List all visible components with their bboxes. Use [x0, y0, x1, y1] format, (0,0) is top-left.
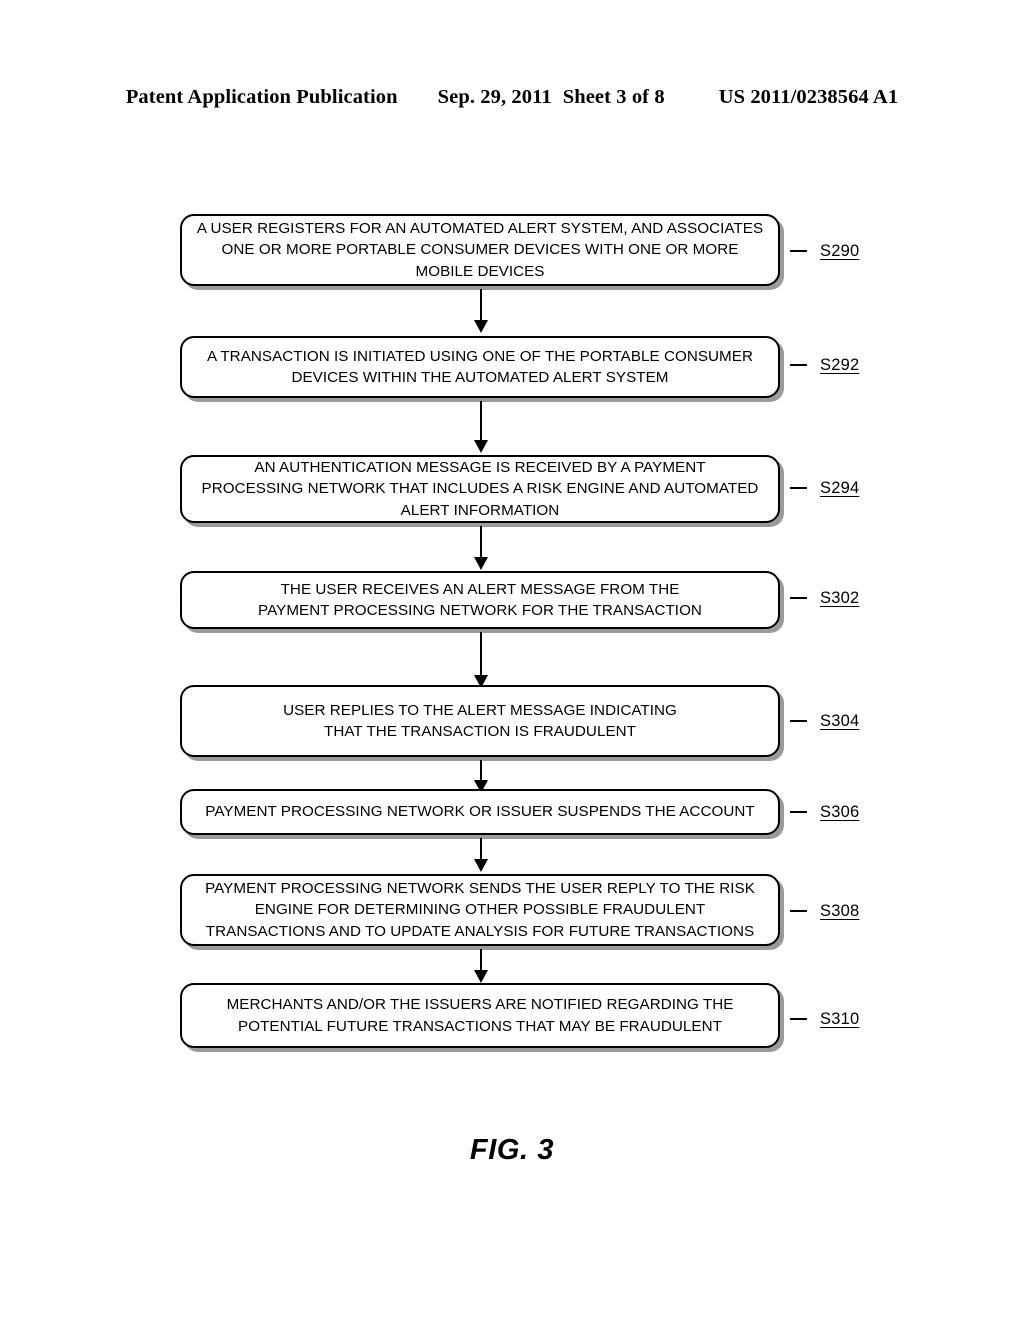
flowchart-node-text: A TRANSACTION IS INITIATED USING ONE OF … [207, 347, 753, 387]
leader-line-icon [790, 811, 807, 813]
leader-line-icon [790, 1018, 807, 1020]
arrowhead-icon [473, 557, 488, 570]
flowchart-diagram: A USER REGISTERS FOR AN AUTOMATED ALERT … [0, 0, 1024, 1320]
step-reference-label: S290 [820, 241, 860, 260]
leader-line-icon [790, 910, 807, 912]
arrowhead-icon [473, 320, 488, 333]
flowchart-node-text: A USER REGISTERS FOR AN AUTOMATED ALERT … [196, 219, 764, 280]
step-reference-label: S304 [820, 711, 860, 730]
leader-line-icon [790, 597, 807, 599]
step-reference-label: S306 [820, 802, 860, 821]
leader-line-icon [790, 720, 807, 722]
step-reference-s310: S310 [790, 1009, 859, 1029]
flowchart-node-text: MERCHANTS AND/OR THE ISSUERS ARE NOTIFIE… [226, 996, 734, 1035]
step-reference-s302: S302 [790, 588, 859, 608]
step-reference-label: S310 [820, 1009, 860, 1028]
arrowhead-icon [473, 970, 488, 983]
arrowhead-icon [473, 859, 488, 872]
flowchart-node-s310: MERCHANTS AND/OR THE ISSUERS ARE NOTIFIE… [180, 983, 780, 1048]
flowchart-node-s294: AN AUTHENTICATION MESSAGE IS RECEIVED BY… [180, 455, 780, 523]
flowchart-node-text: USER REPLIES TO THE ALERT MESSAGE INDICA… [283, 701, 677, 741]
flowchart-node-s306: PAYMENT PROCESSING NETWORK OR ISSUER SUS… [180, 789, 780, 835]
step-reference-s308: S308 [790, 901, 859, 921]
step-reference-s292: S292 [790, 355, 859, 375]
step-reference-s290: S290 [790, 241, 859, 261]
figure-caption: FIG. 3 [469, 1134, 555, 1166]
arrowhead-icon [473, 440, 488, 453]
flowchart-node-s308: PAYMENT PROCESSING NETWORK SENDS THE USE… [180, 874, 780, 946]
step-reference-label: S302 [820, 588, 860, 607]
flowchart-node-s302: THE USER RECEIVES AN ALERT MESSAGE FROM … [180, 571, 780, 629]
flowchart-node-text: PAYMENT PROCESSING NETWORK OR ISSUER SUS… [205, 803, 755, 821]
step-reference-s304: S304 [790, 711, 859, 731]
flowchart-node-text: THE USER RECEIVES AN ALERT MESSAGE FROM … [258, 580, 702, 620]
step-reference-label: S292 [820, 355, 860, 374]
step-reference-label: S294 [820, 478, 860, 497]
leader-line-icon [790, 364, 807, 366]
leader-line-icon [790, 250, 807, 252]
step-reference-label: S308 [820, 901, 860, 920]
flowchart-node-s304: USER REPLIES TO THE ALERT MESSAGE INDICA… [180, 685, 780, 757]
flowchart-node-s290: A USER REGISTERS FOR AN AUTOMATED ALERT … [180, 214, 780, 286]
flowchart-node-text: PAYMENT PROCESSING NETWORK SENDS THE USE… [205, 879, 755, 940]
flowchart-node-s292: A TRANSACTION IS INITIATED USING ONE OF … [180, 336, 780, 398]
flowchart-node-text: AN AUTHENTICATION MESSAGE IS RECEIVED BY… [201, 458, 759, 519]
step-reference-s294: S294 [790, 478, 859, 498]
step-reference-s306: S306 [790, 802, 859, 822]
leader-line-icon [790, 487, 807, 489]
